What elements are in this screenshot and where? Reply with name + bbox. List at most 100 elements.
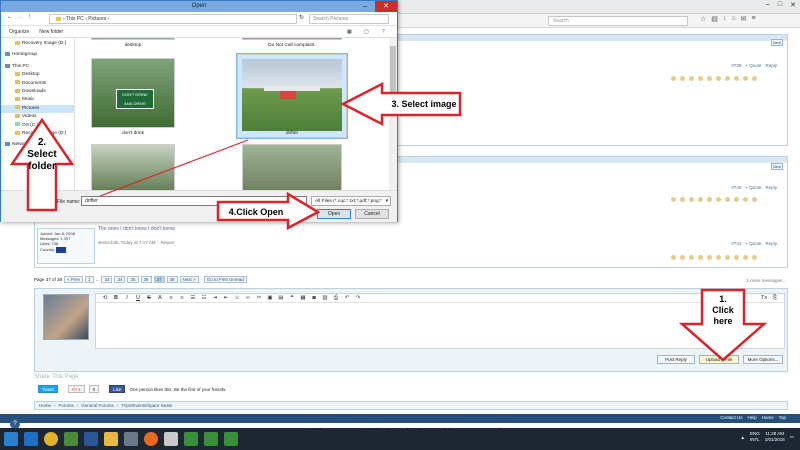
maximize-icon[interactable]: □ [778, 1, 782, 9]
page-38-button[interactable]: 38 [166, 276, 178, 283]
post-number[interactable]: #740 [731, 185, 741, 190]
quote-link[interactable]: + Quote [745, 241, 761, 246]
image-icon[interactable]: ▣ [267, 295, 273, 301]
help-link[interactable]: Help [747, 415, 756, 420]
facebook-like-button[interactable]: Like [109, 385, 126, 393]
camera-icon[interactable]: ◙ [311, 295, 317, 301]
ie-icon[interactable] [24, 432, 38, 446]
clock[interactable]: 11:28 AM 1/01/2016 [765, 431, 785, 443]
reply-link[interactable]: Reply [765, 63, 777, 68]
reaction-icon[interactable] [707, 197, 712, 202]
indent-icon[interactable]: ⇥ [212, 295, 218, 301]
align-center-icon[interactable]: ≡ [179, 295, 185, 301]
link-icon[interactable]: ∞ [245, 295, 251, 301]
reaction-icon[interactable] [725, 76, 730, 81]
prev-page-button[interactable]: < Prev [64, 276, 84, 283]
file-thumbnail-trees[interactable] [91, 144, 175, 190]
reaction-icon[interactable] [752, 255, 757, 260]
reaction-icon[interactable] [752, 76, 757, 81]
nav-item-pictures[interactable]: Pictures [1, 104, 74, 114]
file-type-select[interactable]: All Files (*.cqc;*.txt;*.pdf;*.png;* ▾ [311, 196, 391, 206]
nav-item-downloads[interactable]: Downloads [1, 88, 74, 96]
nav-item-desktop[interactable]: Desktop [1, 71, 74, 79]
underline-icon[interactable]: U [135, 295, 141, 301]
reaction-icon[interactable] [734, 255, 739, 260]
next-page-button[interactable]: Next > [179, 276, 199, 283]
reaction-icon[interactable] [689, 255, 694, 260]
file-label-drifter[interactable]: drifter [237, 131, 347, 136]
post-reply-button[interactable]: Post Reply [657, 355, 695, 364]
reaction-icon[interactable] [671, 76, 676, 81]
chat-icon[interactable]: ✉ [741, 15, 747, 23]
nav-item-os[interactable]: OS (C:) [1, 122, 74, 130]
post-number[interactable]: #739 [731, 63, 741, 68]
refresh-icon[interactable]: ↻ [299, 14, 304, 21]
nav-item-music[interactable]: Music [1, 96, 74, 104]
page-36-button[interactable]: 36 [140, 276, 152, 283]
help-icon[interactable]: ? [382, 29, 385, 35]
nav-item-recovery[interactable]: Recovery Image (D:) [1, 40, 74, 48]
view-icon[interactable]: ▦ [347, 29, 352, 35]
reaction-icon[interactable] [716, 255, 721, 260]
menu-icon[interactable]: ≡ [752, 15, 756, 23]
italic-icon[interactable]: I [124, 295, 130, 301]
reaction-icon[interactable] [734, 197, 739, 202]
post-author-time[interactable]: skeetch3k, Today at 7:17 AM [98, 240, 155, 245]
up-icon[interactable]: ↑ [28, 14, 31, 20]
unlink-icon[interactable]: ✂ [256, 295, 262, 301]
file-thumbnail-complaint[interactable] [242, 38, 342, 40]
go-first-unread-button[interactable]: Go to First Unread [203, 276, 247, 283]
file-scrollbar[interactable] [389, 38, 397, 190]
align-left-icon[interactable]: ≡ [168, 295, 174, 301]
reaction-icon[interactable] [680, 76, 685, 81]
quote-icon[interactable]: ❝ [289, 295, 295, 301]
browser-search-input[interactable]: Search [548, 16, 688, 26]
file-thumbnail-desktop[interactable] [91, 38, 175, 40]
back-icon[interactable]: ← [7, 14, 13, 20]
bookmark-icon[interactable]: ▤ [711, 15, 718, 23]
more-messages[interactable]: 1 more messages... [746, 278, 786, 283]
contact-us-link[interactable]: Contact Us [720, 415, 742, 420]
media-icon[interactable]: ▤ [278, 295, 284, 301]
reaction-icon[interactable] [752, 197, 757, 202]
path-pictures[interactable]: Pictures [88, 16, 106, 22]
home-icon[interactable]: ⌂ [731, 15, 735, 23]
app-icon[interactable] [124, 432, 138, 446]
app-icon[interactable] [164, 432, 178, 446]
reaction-icon[interactable] [743, 197, 748, 202]
reaction-icon[interactable] [707, 76, 712, 81]
page-1-button[interactable]: 1 [85, 276, 94, 283]
clear-format-icon[interactable]: Tx [761, 295, 767, 301]
download-icon[interactable]: ↓ [723, 15, 727, 23]
organize-button[interactable]: Organize [9, 29, 29, 35]
open-button[interactable]: Open [317, 209, 351, 219]
bold-icon[interactable]: B [113, 295, 119, 301]
page-35-button[interactable]: 35 [127, 276, 139, 283]
code-icon[interactable]: ▦ [300, 295, 306, 301]
nav-item-documents[interactable]: Documents [1, 80, 74, 88]
page-37-button[interactable]: 37 [153, 276, 165, 283]
number-list-icon[interactable]: ☷ [201, 295, 207, 301]
reaction-icon[interactable] [680, 197, 685, 202]
reaction-icon[interactable] [698, 255, 703, 260]
crumb-home[interactable]: Home [39, 403, 51, 408]
dialog-minimize-icon[interactable]: – [363, 1, 367, 12]
reaction-icon[interactable] [689, 76, 694, 81]
reaction-icon[interactable] [716, 76, 721, 81]
file-explorer-icon[interactable] [104, 432, 118, 446]
file-thumbnail-garden[interactable] [242, 144, 342, 190]
nav-item-homegroup[interactable]: Homegroup [1, 51, 74, 59]
quote-link[interactable]: + Quote [745, 63, 761, 68]
new-folder-button[interactable]: New folder [39, 29, 63, 35]
crumb-general-forums[interactable]: General Forums [81, 403, 114, 408]
nav-item-videos[interactable]: Videos [1, 113, 74, 121]
file-label-desktop[interactable]: desktop [78, 43, 188, 48]
reaction-icon[interactable] [671, 255, 676, 260]
dialog-search-input[interactable]: Search Pictures [309, 14, 389, 24]
bullet-list-icon[interactable]: ☰ [190, 295, 196, 301]
reaction-icon[interactable] [698, 76, 703, 81]
reaction-icon[interactable] [734, 76, 739, 81]
redo-icon[interactable]: ↷ [355, 295, 361, 301]
reply-link[interactable]: Reply [765, 241, 777, 246]
page-33-button[interactable]: 33 [101, 276, 113, 283]
